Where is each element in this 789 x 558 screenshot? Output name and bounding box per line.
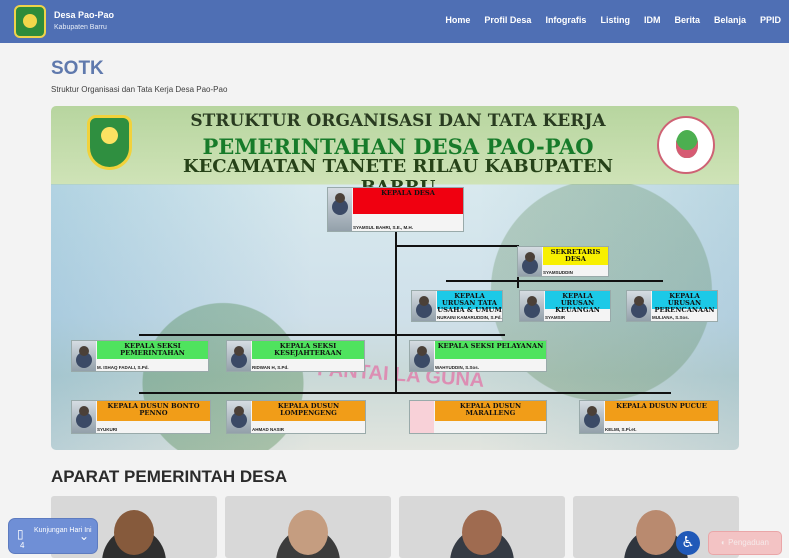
complaint-label: Pengaduan (728, 538, 769, 547)
ministry-seal-icon (657, 116, 715, 174)
visitor-widget[interactable]: ▯ Kunjungan Hari Ini 4 ⌄ (8, 518, 98, 554)
kadus-bonto-penno-photo-icon (72, 401, 96, 433)
kasi-kesejahteraan-box: KEPALA SEKSI KESEJAHTERAAN RIDWAN H, S.Pd… (226, 340, 365, 372)
kasi-pemerintahan-box: KEPALA SEKSI PEMERINTAHAN M. ISHAQ FADALI… (71, 340, 209, 372)
kaur-keuangan-box: KEPALA URUSAN KEUANGAN SYAMSIR (519, 290, 611, 322)
visitor-count: 4 (20, 541, 25, 550)
sekretaris-desa-box: SEKRETARIS DESA SYAMSUDDIN (517, 246, 609, 277)
kepala-desa-box: KEPALA DESA SYAMSUL BAHRI, S.E., M.H. (327, 187, 464, 232)
complaint-button[interactable]: ◐ Pengaduan (708, 531, 782, 555)
kadus-lompengeng-photo-icon (227, 401, 251, 433)
seksi-horizontal-connector (139, 334, 505, 336)
dusun-horizontal-connector (139, 392, 671, 394)
kadus-maralleng-photo-icon (410, 401, 434, 433)
kaur-tata-usaha-box: KEPALA URUSAN TATA USAHA & UMUM NURAINI K… (411, 290, 503, 322)
kaur-perencanaan-box: KEPALA URUSAN PERENCANAAN MULIANA, S.Sos. (626, 290, 718, 322)
page-subtitle: Struktur Organisasi dan Tata Kerja Desa … (51, 85, 228, 94)
secretary-connector (395, 245, 518, 247)
nav-berita[interactable]: Berita (674, 15, 700, 25)
organization-chart-image: STRUKTUR ORGANISASI DAN TATA KERJA PEMER… (51, 106, 739, 450)
nav-home[interactable]: Home (445, 15, 470, 25)
nav-profil-desa[interactable]: Profil Desa (484, 15, 531, 25)
sekretaris-photo-icon (518, 247, 542, 276)
headset-icon: ◐ (720, 538, 726, 547)
page-title: SOTK (51, 58, 104, 79)
banner-line-1: STRUKTUR ORGANISASI DAN TATA KERJA (190, 111, 606, 131)
kadus-lompengeng-box: KEPALA DUSUN LOMPENGENG AHMAD NASIR (226, 400, 366, 434)
nav-infografis[interactable]: Infografis (545, 15, 586, 25)
aparat-card[interactable] (399, 496, 565, 558)
site-subtitle: Kabupaten Barru (54, 24, 107, 31)
kaur-keuangan-photo-icon (520, 291, 544, 321)
kadus-pucue-photo-icon (580, 401, 604, 433)
kasi-pemerintahan-photo-icon (72, 341, 96, 371)
kaur-perencanaan-photo-icon (627, 291, 651, 321)
main-navigation: Home Profil Desa Infografis Listing IDM … (445, 15, 781, 25)
nav-ppid[interactable]: PPID (760, 15, 781, 25)
kaur-tu-photo-icon (412, 291, 436, 321)
kasi-pelayanan-photo-icon (410, 341, 434, 371)
main-vertical-connector (395, 232, 397, 393)
site-title[interactable]: Desa Pao-Pao (54, 10, 114, 20)
kepala-desa-photo-icon (328, 188, 352, 231)
kadus-maralleng-box: KEPALA DUSUN MARALLENG (409, 400, 547, 434)
barru-emblem-icon (87, 115, 132, 170)
top-navigation-bar: Desa Pao-Pao Kabupaten Barru Home Profil… (0, 0, 789, 43)
village-logo-icon[interactable] (14, 5, 46, 38)
kasi-pelayanan-box: KEPALA SEKSI PELAYANAN WAHYUDDIN, S.Sos. (409, 340, 547, 372)
urusan-horizontal-connector (446, 280, 663, 282)
kadus-bonto-penno-box: KEPALA DUSUN BONTO PENNO SYUKURI (71, 400, 211, 434)
kasi-kesejahteraan-photo-icon (227, 341, 251, 371)
accessibility-icon[interactable]: ♿ (676, 531, 700, 555)
nav-listing[interactable]: Listing (600, 15, 630, 25)
aparat-section-title: APARAT PEMERINTAH DESA (51, 467, 288, 486)
kadus-pucue-box: KEPALA DUSUN PUCUE KELMI, S.Pi.et. (579, 400, 719, 434)
chevron-down-icon[interactable]: ⌄ (79, 529, 89, 543)
visitor-icon: ▯ (17, 527, 24, 541)
aparat-card[interactable] (225, 496, 391, 558)
nav-belanja[interactable]: Belanja (714, 15, 746, 25)
nav-idm[interactable]: IDM (644, 15, 661, 25)
